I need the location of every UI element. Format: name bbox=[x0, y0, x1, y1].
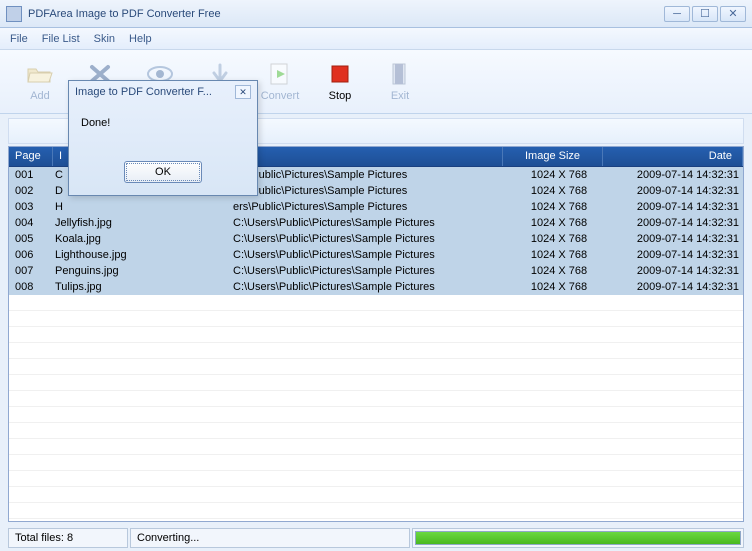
file-table: Page I Image Size Date 001Cers\Public\Pi… bbox=[8, 146, 744, 522]
status-converting: Converting... bbox=[130, 528, 410, 548]
exit-label: Exit bbox=[391, 90, 409, 102]
progress-bar bbox=[415, 531, 741, 545]
cell-page: 005 bbox=[9, 233, 53, 245]
cell-date: 2009-07-14 14:32:31 bbox=[609, 201, 743, 213]
titlebar: PDFArea Image to PDF Converter Free ─ ☐ … bbox=[0, 0, 752, 28]
cell-date: 2009-07-14 14:32:31 bbox=[609, 185, 743, 197]
status-progress bbox=[412, 528, 744, 548]
maximize-button[interactable]: ☐ bbox=[692, 6, 718, 22]
menu-help[interactable]: Help bbox=[129, 33, 152, 45]
stop-icon bbox=[326, 62, 354, 86]
cell-page: 001 bbox=[9, 169, 53, 181]
cell-page: 004 bbox=[9, 217, 53, 229]
cell-date: 2009-07-14 14:32:31 bbox=[609, 281, 743, 293]
folder-open-icon bbox=[26, 62, 54, 86]
cell-path: C:\Users\Public\Pictures\Sample Pictures bbox=[233, 233, 509, 245]
cell-date: 2009-07-14 14:32:31 bbox=[609, 265, 743, 277]
col-size[interactable]: Image Size bbox=[503, 147, 603, 166]
stop-button[interactable]: Stop bbox=[310, 53, 370, 111]
dialog-title-text: Image to PDF Converter F... bbox=[75, 86, 235, 98]
cell-size: 1024 X 768 bbox=[509, 185, 609, 197]
cell-page: 007 bbox=[9, 265, 53, 277]
cell-name: Jellyfish.jpg bbox=[53, 217, 233, 229]
cell-page: 006 bbox=[9, 249, 53, 261]
menubar: File File List Skin Help bbox=[0, 28, 752, 50]
cell-name: H bbox=[53, 201, 233, 213]
cell-size: 1024 X 768 bbox=[509, 281, 609, 293]
minimize-button[interactable]: ─ bbox=[664, 6, 690, 22]
table-row[interactable]: 006Lighthouse.jpgC:\Users\Public\Picture… bbox=[9, 247, 743, 263]
cell-path: ers\Public\Pictures\Sample Pictures bbox=[233, 185, 509, 197]
cell-path: ers\Public\Pictures\Sample Pictures bbox=[233, 201, 509, 213]
cell-name: Koala.jpg bbox=[53, 233, 233, 245]
dialog-close-button[interactable]: ✕ bbox=[235, 85, 251, 99]
table-row[interactable]: 003Hers\Public\Pictures\Sample Pictures1… bbox=[9, 199, 743, 215]
cell-size: 1024 X 768 bbox=[509, 201, 609, 213]
col-date[interactable]: Date bbox=[603, 147, 743, 166]
cell-path: C:\Users\Public\Pictures\Sample Pictures bbox=[233, 281, 509, 293]
convert-button[interactable]: Convert bbox=[250, 53, 310, 111]
add-button[interactable]: Add bbox=[10, 53, 70, 111]
cell-page: 003 bbox=[9, 201, 53, 213]
cell-path: ers\Public\Pictures\Sample Pictures bbox=[233, 169, 509, 181]
cell-size: 1024 X 768 bbox=[509, 265, 609, 277]
cell-page: 008 bbox=[9, 281, 53, 293]
cell-path: C:\Users\Public\Pictures\Sample Pictures bbox=[233, 217, 509, 229]
cell-name: Tulips.jpg bbox=[53, 281, 233, 293]
convert-label: Convert bbox=[261, 90, 300, 102]
col-page[interactable]: Page bbox=[9, 147, 53, 166]
table-row[interactable]: 004Jellyfish.jpgC:\Users\Public\Pictures… bbox=[9, 215, 743, 231]
table-body[interactable]: 001Cers\Public\Pictures\Sample Pictures1… bbox=[9, 167, 743, 521]
menu-filelist[interactable]: File List bbox=[42, 33, 80, 45]
close-button[interactable]: ✕ bbox=[720, 6, 746, 22]
table-row[interactable]: 008Tulips.jpgC:\Users\Public\Pictures\Sa… bbox=[9, 279, 743, 295]
cell-date: 2009-07-14 14:32:31 bbox=[609, 217, 743, 229]
cell-size: 1024 X 768 bbox=[509, 169, 609, 181]
door-exit-icon bbox=[386, 62, 414, 86]
title-text: PDFArea Image to PDF Converter Free bbox=[28, 8, 662, 20]
menu-skin[interactable]: Skin bbox=[94, 33, 115, 45]
dialog-titlebar[interactable]: Image to PDF Converter F... ✕ bbox=[69, 81, 257, 103]
page-play-icon bbox=[266, 62, 294, 86]
menu-file[interactable]: File bbox=[10, 33, 28, 45]
cell-date: 2009-07-14 14:32:31 bbox=[609, 233, 743, 245]
exit-button[interactable]: Exit bbox=[370, 53, 430, 111]
cell-size: 1024 X 768 bbox=[509, 233, 609, 245]
cell-name: Penguins.jpg bbox=[53, 265, 233, 277]
cell-date: 2009-07-14 14:32:31 bbox=[609, 169, 743, 181]
table-row[interactable]: 005Koala.jpgC:\Users\Public\Pictures\Sam… bbox=[9, 231, 743, 247]
cell-page: 002 bbox=[9, 185, 53, 197]
status-total: Total files: 8 bbox=[8, 528, 128, 548]
cell-name: Lighthouse.jpg bbox=[53, 249, 233, 261]
add-label: Add bbox=[30, 90, 50, 102]
cell-path: C:\Users\Public\Pictures\Sample Pictures bbox=[233, 249, 509, 261]
cell-size: 1024 X 768 bbox=[509, 249, 609, 261]
table-row[interactable]: 007Penguins.jpgC:\Users\Public\Pictures\… bbox=[9, 263, 743, 279]
stop-label: Stop bbox=[329, 90, 352, 102]
cell-path: C:\Users\Public\Pictures\Sample Pictures bbox=[233, 265, 509, 277]
col-path[interactable] bbox=[233, 147, 503, 166]
dialog-message: Done! bbox=[81, 117, 245, 129]
app-icon bbox=[6, 6, 22, 22]
statusbar: Total files: 8 Converting... bbox=[8, 528, 744, 548]
ok-button[interactable]: OK bbox=[124, 161, 202, 183]
cell-date: 2009-07-14 14:32:31 bbox=[609, 249, 743, 261]
done-dialog: Image to PDF Converter F... ✕ Done! OK bbox=[68, 80, 258, 196]
cell-size: 1024 X 768 bbox=[509, 217, 609, 229]
